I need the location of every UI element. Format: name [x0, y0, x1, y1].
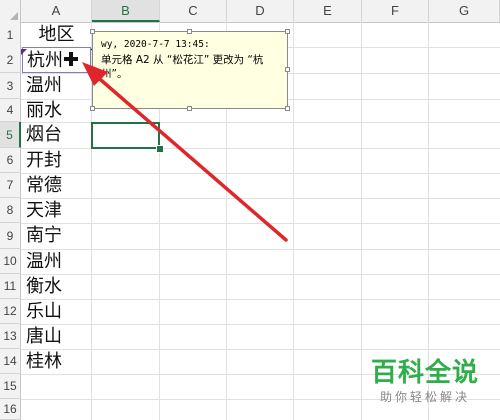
- watermark-subtitle: 助你轻松解决: [379, 390, 470, 404]
- row-header-11[interactable]: 11: [0, 274, 21, 299]
- row-header-7[interactable]: 7: [0, 173, 21, 198]
- spreadsheet: A B C D E F G 1 2 3 4 5 6 7 8 9 10 11 12…: [0, 0, 500, 420]
- watermark-title: 百科全说: [370, 358, 479, 388]
- comment-resize-handle[interactable]: [90, 29, 95, 34]
- row-header-12[interactable]: 12: [0, 299, 21, 324]
- row-header-5[interactable]: 5: [0, 122, 21, 148]
- column-header-f[interactable]: F: [362, 0, 429, 22]
- column-header-c[interactable]: C: [160, 0, 227, 22]
- column-header-d[interactable]: D: [227, 0, 294, 22]
- cell-a8[interactable]: 天津: [22, 198, 91, 224]
- comment-indicator: [21, 49, 27, 55]
- comment-box[interactable]: wy, 2020-7-7 13:45: 单元格 A2 从 “松花江” 更改为 “…: [92, 31, 288, 109]
- row-header-3[interactable]: 3: [0, 73, 21, 99]
- comment-author: wy, 2020-7-7 13:45:: [101, 39, 210, 50]
- comment-resize-handle[interactable]: [285, 29, 290, 34]
- row-header-15[interactable]: 15: [0, 374, 21, 399]
- row-header-10[interactable]: 10: [0, 249, 21, 274]
- row-header-16[interactable]: 16: [0, 399, 21, 420]
- comment-resize-handle[interactable]: [285, 67, 290, 72]
- select-all-corner[interactable]: [0, 0, 21, 22]
- row-header-1[interactable]: 1: [0, 22, 21, 48]
- row-header-6[interactable]: 6: [0, 148, 21, 173]
- cell-a3[interactable]: 温州: [22, 73, 91, 99]
- cell-a13[interactable]: 唐山: [22, 324, 91, 350]
- cell-a12[interactable]: 乐山: [22, 299, 91, 325]
- row-header-14[interactable]: 14: [0, 349, 21, 374]
- cell-a9[interactable]: 南宁: [22, 223, 91, 249]
- row-header-2[interactable]: 2: [0, 47, 21, 73]
- comment-resize-handle[interactable]: [187, 29, 192, 34]
- row-header-9[interactable]: 9: [0, 223, 21, 249]
- comment-text: 单元格 A2 从 “松花江” 更改为 “杭州”。: [101, 54, 264, 80]
- cross-cursor-icon: [64, 52, 78, 66]
- column-header-a[interactable]: A: [21, 0, 92, 22]
- column-header-b[interactable]: B: [92, 0, 160, 22]
- comment-resize-handle[interactable]: [285, 106, 290, 111]
- column-header-g[interactable]: G: [429, 0, 500, 22]
- column-header-row: A B C D E F G: [0, 0, 500, 23]
- row-header-8[interactable]: 8: [0, 198, 21, 223]
- comment-resize-handle[interactable]: [187, 106, 192, 111]
- cell-a4[interactable]: 丽水: [22, 98, 91, 124]
- row-header-13[interactable]: 13: [0, 324, 21, 349]
- row-header-4[interactable]: 4: [0, 99, 21, 122]
- cell-a5[interactable]: 烟台: [22, 122, 91, 148]
- cell-a11[interactable]: 衡水: [22, 274, 91, 300]
- comment-resize-handle[interactable]: [90, 106, 95, 111]
- watermark-logo: 百科全说 助你轻松解决: [360, 358, 490, 410]
- column-header-e[interactable]: E: [294, 0, 362, 22]
- cell-a10[interactable]: 温州: [22, 249, 91, 275]
- cell-a2[interactable]: 杭州: [22, 47, 91, 73]
- comment-resize-handle[interactable]: [90, 67, 95, 72]
- fill-handle[interactable]: [156, 145, 164, 153]
- cell-a14[interactable]: 桂林: [22, 349, 91, 375]
- cell-a6[interactable]: 开封: [22, 148, 91, 174]
- cell-a1[interactable]: 地区: [22, 22, 91, 48]
- selected-cell-b5[interactable]: [91, 122, 160, 149]
- cell-a7[interactable]: 常德: [22, 173, 91, 199]
